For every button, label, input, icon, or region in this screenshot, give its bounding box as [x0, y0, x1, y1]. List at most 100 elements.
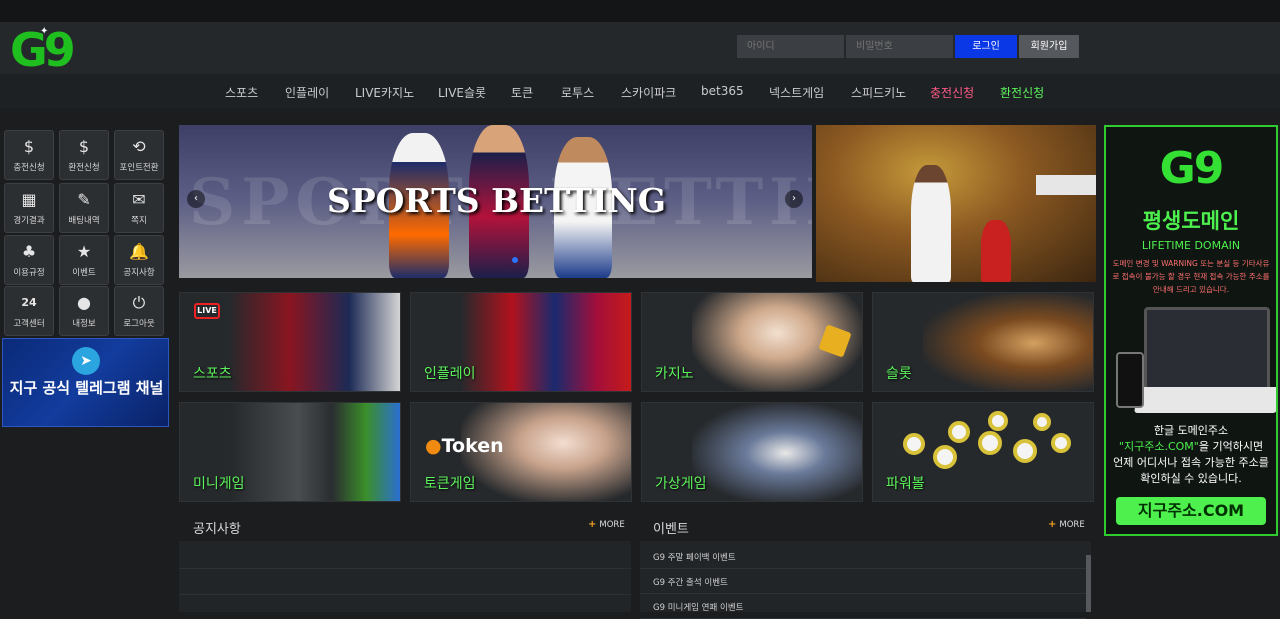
event-item-title: G9 주간 출석 이벤트	[653, 578, 728, 588]
ball-icon	[948, 421, 970, 443]
card-label: 슬롯	[886, 366, 912, 382]
ball-icon	[903, 433, 925, 455]
event-more-link[interactable]: + MORE	[1048, 519, 1085, 530]
card-art	[230, 293, 400, 391]
event-item-title: G9 주말 페이백 이벤트	[653, 553, 736, 563]
card-label: 가상게임	[655, 476, 707, 492]
live-badge: LIVE	[194, 303, 220, 319]
card-sports[interactable]: LIVE 스포츠	[179, 292, 401, 392]
laptop-base-image	[1134, 387, 1276, 413]
sidebar-label: 경기결과	[13, 216, 45, 226]
sidebar-notice-button[interactable]: 🔔 공지사항	[114, 235, 164, 285]
banner-url-button[interactable]: 지구주소.COM	[1116, 497, 1266, 525]
sidebar-rules-button[interactable]: ♣ 이용규정	[4, 235, 54, 285]
slider-prev-arrow-icon[interactable]: ‹	[187, 190, 205, 208]
nav-deposit[interactable]: 충전신청	[930, 84, 974, 101]
more-label: MORE	[599, 520, 625, 530]
event-item[interactable]: G9 주간 출석 이벤트	[640, 569, 1086, 594]
notice-row-divider	[179, 568, 631, 569]
banner-info: 한글 도메인주소 "지구주소.COM"을 기억하시면 언제 어디서나 접속 가능…	[1110, 423, 1272, 487]
card-art	[461, 293, 631, 391]
sidebar-label: 로그아웃	[123, 319, 155, 329]
event-item-title: G9 미니게임 연패 이벤트	[653, 603, 744, 613]
banner-logo: G9	[1159, 143, 1225, 194]
sidebar-event-button[interactable]: ★ 이벤트	[59, 235, 109, 285]
card-slot[interactable]: 슬롯	[872, 292, 1094, 392]
more-label: MORE	[1059, 520, 1085, 530]
card-inplay[interactable]: 인플레이	[410, 292, 632, 392]
user-icon: ●	[77, 293, 91, 312]
nav-live-casino[interactable]: LIVE카지노	[355, 84, 414, 101]
mail-icon: ✉	[132, 190, 146, 209]
top-strip	[0, 0, 1280, 22]
nav-speedkeno[interactable]: 스피드키노	[851, 84, 906, 101]
event-scrollbar[interactable]	[1086, 555, 1091, 612]
bell-icon: 🔔	[129, 242, 149, 261]
telegram-banner[interactable]: ➤ 지구 공식 텔레그램 채널	[2, 338, 169, 427]
card-art	[230, 403, 400, 501]
sidebar-support-button[interactable]: 24 고객센터	[4, 286, 54, 336]
card-label: 미니게임	[193, 476, 245, 492]
nav-token[interactable]: 토큰	[511, 84, 533, 101]
plus-icon: +	[588, 519, 597, 530]
telegram-icon: ➤	[72, 347, 100, 375]
sidebar-profile-button[interactable]: ● 내정보	[59, 286, 109, 336]
card-minigame[interactable]: 미니게임	[179, 402, 401, 502]
ball-icon	[988, 411, 1008, 431]
card-powerball[interactable]: 파워볼	[872, 402, 1094, 502]
notice-more-link[interactable]: + MORE	[588, 519, 625, 530]
sidebar-label: 내정보	[72, 319, 96, 329]
nav-nextgame[interactable]: 넥스트게임	[769, 84, 824, 101]
card-virtual[interactable]: 가상게임	[641, 402, 863, 502]
banner-subtitle: LIFETIME DOMAIN	[1141, 239, 1241, 252]
event-item[interactable]: G9 미니게임 연패 이벤트	[640, 594, 1086, 619]
g9-logo[interactable]: G9 ✦	[10, 24, 90, 72]
sidebar-label: 공지사항	[123, 268, 155, 278]
sidebar-message-button[interactable]: ✉ 쪽지	[114, 183, 164, 233]
login-button[interactable]: 로그인	[955, 35, 1017, 58]
card-token[interactable]: ●Token 토큰게임	[410, 402, 632, 502]
nav-withdraw[interactable]: 환전신청	[1000, 84, 1044, 101]
banner-warning: 도메인 변경 및 WARNING 또는 분실 등 기타사유로 접속이 불가능 할…	[1112, 259, 1270, 294]
power-icon: ⏻	[132, 293, 146, 312]
sports-betting-slider[interactable]: SPORTS BETTING SPORTS BETTING	[179, 125, 812, 278]
event-title: 이벤트	[653, 522, 689, 537]
nav-skypark[interactable]: 스카이파크	[621, 84, 676, 101]
card-casino[interactable]: 카지노	[641, 292, 863, 392]
slider-next-arrow-icon[interactable]: ›	[785, 190, 803, 208]
plus-icon: +	[1048, 519, 1057, 530]
nav-live-slot[interactable]: LIVE슬롯	[438, 84, 486, 101]
banner-info-line: 한글 도메인주소	[1153, 424, 1229, 437]
sidebar-point-button[interactable]: ⟲ 포인트전환	[114, 130, 164, 180]
notice-title: 공지사항	[193, 522, 241, 537]
nav-inplay[interactable]: 인플레이	[285, 84, 329, 101]
ball-icon	[978, 431, 1002, 455]
sidebar-logout-button[interactable]: ⏻ 로그아웃	[114, 286, 164, 336]
username-input[interactable]	[737, 35, 844, 58]
sidebar-label: 이용규정	[13, 268, 45, 278]
sidebar-results-button[interactable]: ▦ 경기결과	[4, 183, 54, 233]
join-button[interactable]: 회원가입	[1019, 35, 1079, 58]
sidebar-label: 충전신청	[13, 163, 45, 173]
nav-lotus[interactable]: 로투스	[561, 84, 594, 101]
card-art	[923, 293, 1093, 391]
ball-icon	[1033, 413, 1051, 431]
calendar-icon: ▦	[21, 190, 37, 209]
nav-sports[interactable]: 스포츠	[225, 84, 258, 101]
banner-info-line: 확인하실 수 있습니다.	[1140, 472, 1242, 485]
lifetime-domain-banner[interactable]: G9 평생도메인 LIFETIME DOMAIN 도메인 변경 및 WARNIN…	[1104, 125, 1278, 536]
ball-icon	[1013, 439, 1037, 463]
sidebar-label: 쪽지	[131, 216, 147, 226]
sidebar-deposit-button[interactable]: $ 충전신청	[4, 130, 54, 180]
nav-bet365[interactable]: bet365	[701, 84, 744, 98]
password-input[interactable]	[846, 35, 953, 58]
banner-title: 평생도메인	[1142, 209, 1240, 233]
basketball-photo	[816, 125, 1096, 282]
sidebar-label: 이벤트	[72, 268, 96, 278]
sidebar-withdraw-button[interactable]: $ 환전신청	[59, 130, 109, 180]
notice-list	[179, 541, 631, 612]
sidebar-bet-history-button[interactable]: ✎ 배팅내역	[59, 183, 109, 233]
slider-page-indicator[interactable]	[512, 257, 518, 263]
event-item[interactable]: G9 주말 페이백 이벤트	[640, 544, 1086, 569]
card-label: 카지노	[655, 366, 694, 382]
